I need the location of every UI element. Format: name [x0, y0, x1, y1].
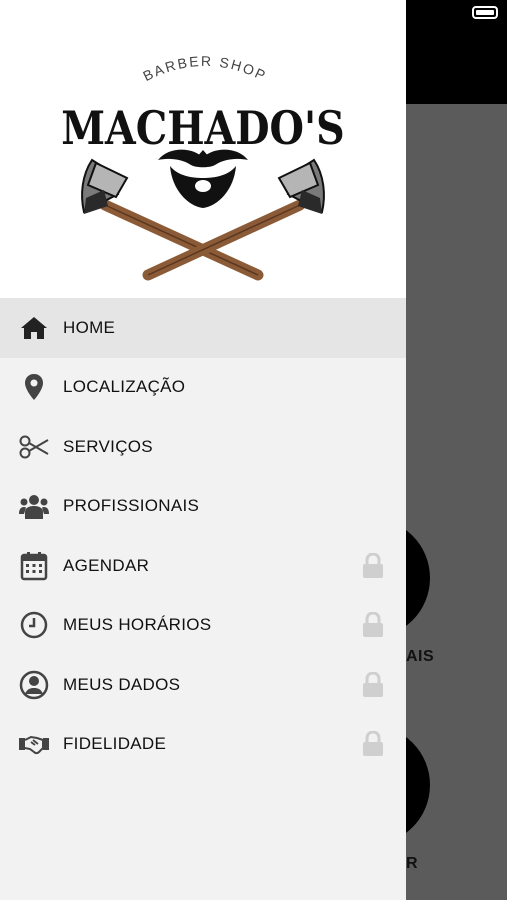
logo-area: BARBER SHOP MACHADO'S — [0, 0, 406, 298]
beard-icon — [158, 149, 248, 208]
menu-item-home[interactable]: HOME — [0, 298, 406, 358]
drawer-menu: HOME LOCALIZAÇÃO SERVIÇOS PROFISSIONAIS — [0, 298, 406, 774]
logo-subtitle: BARBER SHOP — [140, 53, 269, 84]
menu-item-location[interactable]: LOCALIZAÇÃO — [0, 358, 406, 418]
background-category-label: R — [406, 855, 419, 872]
menu-item-label: MEUS HORÁRIOS — [63, 615, 212, 635]
home-icon — [18, 312, 50, 344]
menu-item-label: PROFISSIONAIS — [63, 496, 200, 516]
menu-item-loyalty[interactable]: FIDELIDADE — [0, 715, 406, 775]
menu-item-professionals[interactable]: PROFISSIONAIS — [0, 477, 406, 537]
menu-item-my-appointments[interactable]: MEUS HORÁRIOS — [0, 596, 406, 656]
lock-icon — [363, 552, 383, 578]
lock-icon — [363, 671, 383, 697]
menu-item-label: LOCALIZAÇÃO — [63, 377, 186, 397]
menu-item-services[interactable]: SERVIÇOS — [0, 417, 406, 477]
barbershop-logo: BARBER SHOP MACHADO'S — [61, 53, 345, 281]
menu-item-my-data[interactable]: MEUS DADOS — [0, 655, 406, 715]
menu-item-label: SERVIÇOS — [63, 436, 153, 456]
menu-item-label: MEUS DADOS — [63, 674, 181, 694]
background-category-label: AIS — [406, 648, 435, 665]
menu-item-schedule[interactable]: AGENDAR — [0, 536, 406, 596]
users-icon — [18, 490, 50, 522]
lock-icon — [363, 612, 383, 638]
user-circle-icon — [18, 669, 50, 701]
navigation-drawer: BARBER SHOP MACHADO'S HOME LOCALIZAÇÃO S… — [0, 0, 406, 900]
battery-icon — [472, 6, 498, 19]
logo-title: MACHADO'S — [61, 102, 344, 156]
lock-icon — [363, 731, 383, 757]
calendar-icon — [18, 550, 50, 582]
menu-item-label: FIDELIDADE — [63, 734, 167, 754]
clock-icon — [18, 609, 50, 641]
menu-item-label: HOME — [63, 317, 116, 337]
scissors-icon — [18, 431, 50, 463]
location-pin-icon — [18, 371, 50, 403]
menu-item-label: AGENDAR — [63, 555, 150, 575]
handshake-icon — [18, 728, 50, 760]
